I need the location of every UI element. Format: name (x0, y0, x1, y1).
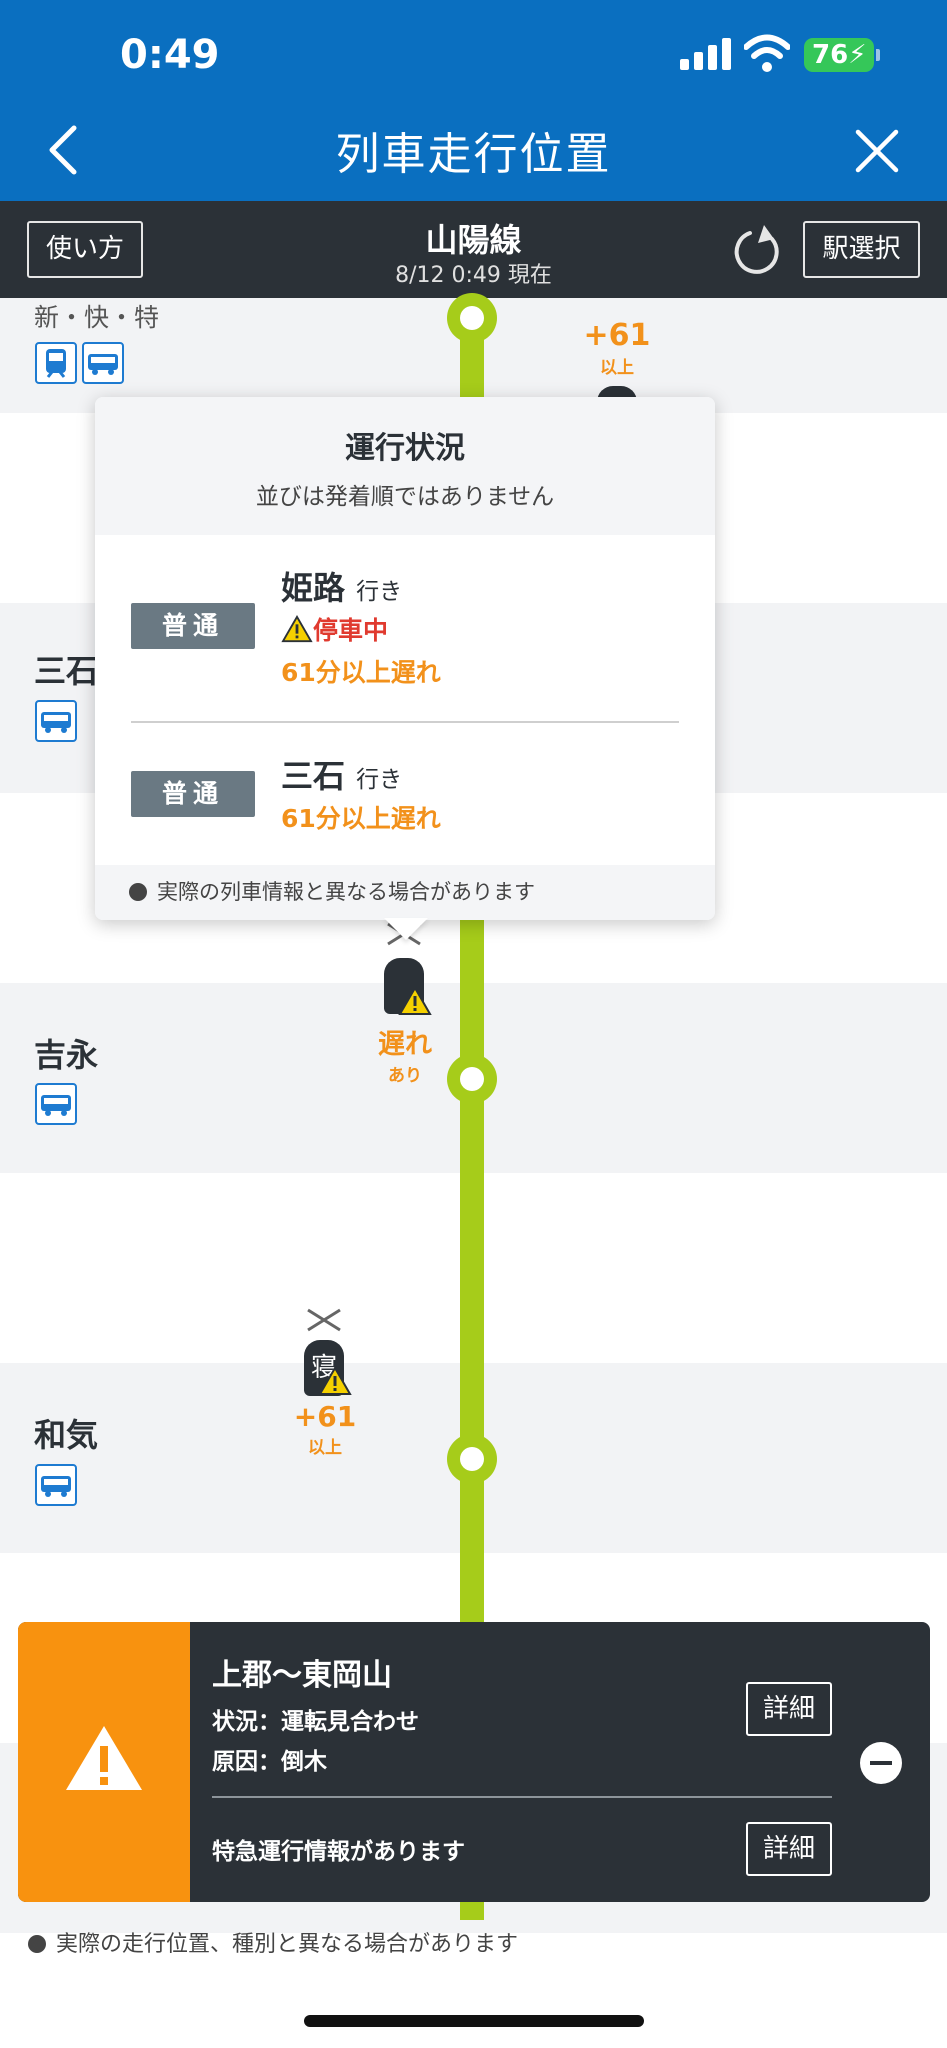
station-service-label: 新・快・特 (34, 303, 160, 332)
train-delay-text: 61分以上遅れ (281, 804, 441, 833)
destination-name: 三石 (281, 757, 346, 795)
close-icon[interactable] (852, 126, 902, 176)
delay-value: +61 (293, 1400, 357, 1433)
popup-header: 運行状況 並びは発着順ではありません (95, 397, 715, 535)
bus-service-icon (35, 700, 77, 742)
warning-icon (398, 986, 432, 1015)
footer-note-text: 実際の走行位置、種別と異なる場合があります (56, 1932, 519, 1957)
bullet-icon (129, 883, 147, 901)
station-marker[interactable] (447, 1054, 497, 1104)
express-details-button[interactable]: 詳細 (746, 1822, 832, 1876)
train-status-popup: 運行状況 並びは発着順ではありません 普通 姫路 行き 停車中 61分以上遅れ … (95, 397, 715, 920)
delay-value: 遅れ (378, 1029, 432, 1060)
alert-side-band (18, 1622, 190, 1902)
popup-footer: 実際の列車情報と異なる場合があります (95, 865, 715, 920)
alert-details-button[interactable]: 詳細 (746, 1682, 832, 1736)
bus-service-icon (82, 342, 124, 384)
delay-sub: 以上 (600, 358, 634, 378)
train-type-badge: 普通 (131, 603, 255, 649)
delay-sub: 以上 (308, 1438, 342, 1458)
wifi-icon (744, 34, 790, 72)
home-indicator[interactable] (304, 2015, 644, 2027)
line-header: 使い方 山陽線 8/12 0:49 現在 駅選択 (0, 201, 947, 298)
collapse-minus-icon[interactable] (860, 1742, 902, 1784)
popup-footer-text: 実際の列車情報と異なる場合があります (157, 880, 535, 904)
train-status: 停車中 (281, 611, 388, 647)
station-name-wake[interactable]: 和気 (34, 1410, 98, 1456)
alert-divider (212, 1796, 832, 1798)
bus-service-icon (35, 1083, 77, 1125)
top-bar: 0:49 76⚡ 列車走行位置 (0, 0, 947, 201)
train-delay-mid: 遅れ あり (370, 1022, 440, 1086)
alert-cause: 原因：倒木 (212, 1749, 327, 1775)
footer-note: 実際の走行位置、種別と異なる場合があります (28, 1926, 518, 1958)
destination-suffix: 行き (356, 767, 403, 793)
popup-title: 運行状況 (345, 431, 465, 466)
station-name-yoshinaga[interactable]: 吉永 (34, 1030, 98, 1076)
delay-sub: あり (388, 1066, 422, 1086)
train-direction-mark-icon (307, 1308, 341, 1332)
train-service-icon (35, 342, 77, 384)
status-text: 停車中 (313, 616, 389, 645)
popup-divider (131, 721, 679, 723)
warning-icon (66, 1726, 142, 1790)
screen: 0:49 76⚡ 列車走行位置 使い方 山陽線 8/12 0:49 現在 駅選択 (0, 0, 947, 2048)
delay-value: +61 (583, 318, 651, 353)
popup-pointer (384, 918, 428, 940)
train-delay-low: +61 以上 (290, 1400, 360, 1458)
train-destination[interactable]: 姫路 行き (281, 563, 402, 609)
station-marker[interactable] (447, 293, 497, 343)
warning-icon (318, 1366, 352, 1395)
battery-level: 76 (812, 40, 849, 70)
station-marker[interactable] (447, 1434, 497, 1484)
train-destination[interactable]: 三石 行き (281, 751, 402, 797)
charging-bolt-icon: ⚡ (848, 40, 867, 70)
battery-indicator: 76⚡ (804, 38, 880, 72)
train-delay-top: +61 以上 (582, 318, 652, 378)
destination-suffix: 行き (356, 579, 403, 605)
refresh-icon[interactable] (728, 221, 788, 281)
bullet-icon (28, 1935, 46, 1953)
alert-status: 状況：運転見合わせ (212, 1709, 419, 1735)
station-name-mitsuishi[interactable]: 三石 (34, 646, 98, 692)
train-type-badge: 普通 (131, 771, 255, 817)
page-title: 列車走行位置 (335, 129, 612, 180)
train-delay-text: 61分以上遅れ (281, 658, 441, 687)
cellular-signal-icon (680, 38, 732, 70)
station-select-button[interactable]: 駅選択 (803, 221, 920, 278)
status-time: 0:49 (120, 32, 220, 78)
popup-subtitle: 並びは発着順ではありません (255, 484, 555, 510)
destination-name: 姫路 (281, 569, 346, 607)
special-express-info: 特急運行情報があります (212, 1839, 465, 1865)
warning-icon (281, 614, 313, 643)
alert-route: 上郡〜東岡山 (212, 1658, 392, 1693)
service-alert-panel: 上郡〜東岡山 状況：運転見合わせ 原因：倒木 詳細 特急運行情報があります 詳細 (18, 1622, 930, 1902)
bus-service-icon (35, 1464, 77, 1506)
